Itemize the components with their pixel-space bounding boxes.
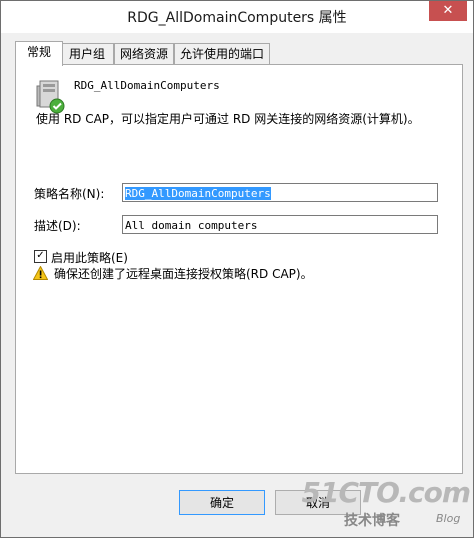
watermark-subtitle: 技术博客 (344, 513, 400, 529)
policy-name-field[interactable]: RDG_AllDomainComputers (122, 183, 438, 202)
title-bar: RDG_AllDomainComputers 属性 ✕ (1, 1, 473, 33)
server-policy-icon (36, 80, 65, 114)
description-field[interactable]: All domain computers (122, 215, 438, 234)
warning-text: 确保还创建了远程桌面连接授权策略(RD CAP)。 (54, 267, 313, 281)
policy-name-heading: RDG_AllDomainComputers (74, 79, 220, 92)
close-icon: ✕ (442, 3, 454, 18)
tab-allowed-ports[interactable]: 允许使用的端口 (174, 43, 270, 64)
tab-user-groups[interactable]: 用户组 (60, 43, 114, 64)
description-label: 描述(D): (34, 219, 81, 233)
window-title: RDG_AllDomainComputers 属性 (127, 10, 347, 26)
enable-policy-checkbox[interactable]: ✓ (34, 250, 47, 263)
watermark-logo: 51CTO.com (301, 476, 471, 509)
properties-dialog: RDG_AllDomainComputers 属性 ✕ 常规 用户组 网络资源 … (0, 0, 474, 538)
policy-name-label: 策略名称(N): (34, 187, 105, 201)
warning-icon (33, 266, 48, 280)
ok-button[interactable]: 确定 (179, 490, 265, 515)
tab-general[interactable]: 常规 (15, 41, 63, 66)
watermark-blog: Blog (436, 512, 461, 525)
check-icon: ✓ (36, 250, 45, 261)
close-button[interactable]: ✕ (429, 1, 467, 21)
policy-description-text: 使用 RD CAP，可以指定用户可通过 RD 网关连接的网络资源(计算机)。 (36, 112, 420, 126)
enable-policy-label[interactable]: 启用此策略(E) (51, 249, 128, 266)
tab-network-resources[interactable]: 网络资源 (114, 43, 174, 64)
policy-name-value: RDG_AllDomainComputers (125, 187, 271, 200)
general-panel: RDG_AllDomainComputers 使用 RD CAP，可以指定用户可… (15, 64, 463, 474)
